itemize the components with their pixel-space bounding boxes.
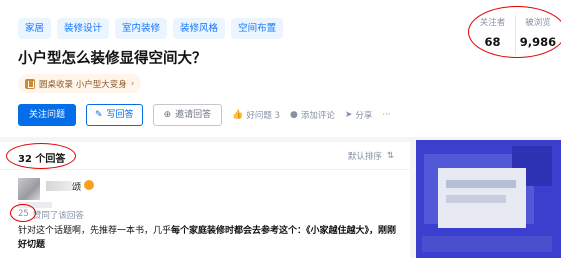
collection-icon bbox=[25, 78, 35, 89]
sidebar-ad-image[interactable] bbox=[416, 140, 561, 258]
question-card: 家居 装修设计 室内装修 装修风格 空间布置 小户型怎么装修显得空间大？ 圆桌收… bbox=[0, 0, 561, 137]
excerpt-tail: 好切题 bbox=[18, 240, 46, 250]
follow-question-button[interactable]: 关注问题 bbox=[18, 104, 76, 126]
vote-count: 25 bbox=[18, 209, 29, 219]
tag-home[interactable]: 家居 bbox=[18, 18, 52, 39]
add-comment-label: 添加评论 bbox=[300, 111, 335, 121]
author-name-blurred[interactable] bbox=[46, 181, 72, 191]
write-answer-button[interactable]: ✎ 写回答 bbox=[86, 104, 143, 126]
author-name[interactable]: 颂 bbox=[72, 180, 81, 193]
chevron-right-icon: › bbox=[130, 78, 135, 89]
answer-count: 32 个回答 bbox=[18, 154, 66, 165]
answer-excerpt[interactable]: 针对这个话题啊，先推荐一本书，几乎每个家庭装修时都会去参考这个：《小家越住越大》… bbox=[18, 224, 398, 252]
thumbs-up-icon: 👍 bbox=[232, 110, 244, 120]
vote-summary: 25 赞同了该回答 bbox=[18, 209, 84, 221]
sort-icon: ⇅ bbox=[386, 151, 394, 161]
topic-tags: 家居 装修设计 室内装修 装修风格 空间布置 bbox=[18, 18, 284, 39]
tag-renovation-style[interactable]: 装修风格 bbox=[173, 18, 226, 39]
share-label: 分享 bbox=[355, 111, 373, 121]
question-stats: 关注者 68 被浏览 9,986 bbox=[470, 15, 561, 55]
invite-user-icon: ⊕ bbox=[163, 110, 172, 120]
tag-interior-renovation[interactable]: 室内装修 bbox=[115, 18, 168, 39]
excerpt-plain: 针对这个话题啊，先推荐一本书，几乎 bbox=[18, 226, 172, 236]
invite-answer-button[interactable]: ⊕ 邀请回答 bbox=[152, 104, 223, 126]
tag-space-layout[interactable]: 空间布置 bbox=[231, 18, 284, 39]
answer-author[interactable]: 颂 bbox=[18, 178, 95, 200]
comment-icon: ● bbox=[289, 110, 298, 120]
vote-text: 赞同了该回答 bbox=[32, 211, 84, 221]
followers-label: 关注者 bbox=[479, 18, 506, 28]
collection-badge[interactable]: 圆桌收录 小户型大变身 › bbox=[18, 74, 142, 93]
pencil-icon: ✎ bbox=[95, 110, 103, 120]
followers-stat[interactable]: 关注者 68 bbox=[470, 15, 515, 55]
share-button[interactable]: ➤ 分享 bbox=[345, 109, 373, 121]
avatar[interactable] bbox=[18, 178, 40, 200]
more-button[interactable]: ··· bbox=[382, 110, 390, 120]
question-actions: 关注问题 ✎ 写回答 ⊕ 邀请回答 👍 好问题 3 ● 添加评论 ➤ 分享 ··… bbox=[18, 104, 401, 126]
write-answer-label: 写回答 bbox=[106, 110, 134, 120]
sort-label: 默认排序 bbox=[347, 152, 382, 162]
tag-renovation-design[interactable]: 装修设计 bbox=[57, 18, 110, 39]
answers-header: 32 个回答 默认排序 ⇅ bbox=[0, 142, 410, 170]
views-stat: 被浏览 9,986 bbox=[515, 15, 560, 55]
collection-label: 圆桌收录 小户型大变身 bbox=[39, 79, 127, 90]
views-count: 9,986 bbox=[519, 35, 557, 49]
question-title[interactable]: 小户型怎么装修显得空间大？ bbox=[18, 47, 207, 68]
add-comment-button[interactable]: ● 添加评论 bbox=[290, 109, 335, 121]
share-icon: ➤ bbox=[344, 110, 353, 120]
good-question-button[interactable]: 👍 好问题 3 bbox=[232, 109, 280, 121]
good-question-label: 好问题 3 bbox=[246, 111, 280, 121]
sort-dropdown[interactable]: 默认排序 ⇅ bbox=[348, 150, 394, 162]
answers-card: 32 个回答 默认排序 ⇅ 颂 25 赞同了该回答 针对这个话题啊，先推荐一本书… bbox=[0, 142, 410, 258]
excerpt-bold: 每个家庭装修时都会去参考这个：《小家越住越大》，刚刚 bbox=[171, 226, 397, 236]
invite-answer-label: 邀请回答 bbox=[175, 110, 212, 120]
followers-count: 68 bbox=[484, 35, 501, 49]
author-badge-icon bbox=[84, 180, 95, 190]
author-headline-blurred bbox=[18, 202, 52, 208]
more-icon: ··· bbox=[382, 110, 391, 120]
views-label: 被浏览 bbox=[525, 18, 551, 28]
